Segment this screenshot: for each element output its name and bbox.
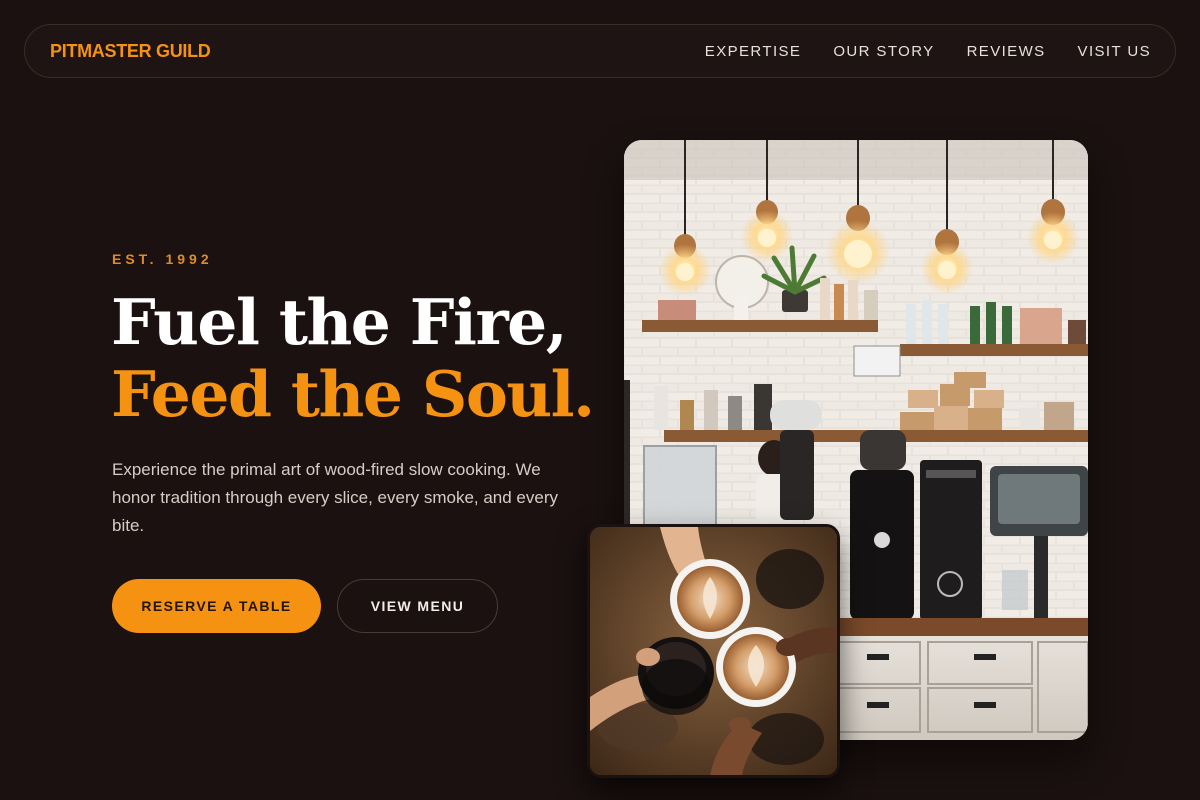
nav-link-reviews[interactable]: REVIEWS: [967, 43, 1046, 60]
nav-links: EXPERTISE OUR STORY REVIEWS VISIT US: [705, 43, 1151, 60]
nav-link-expertise[interactable]: EXPERTISE: [705, 43, 802, 60]
nav-link-visit-us[interactable]: VISIT US: [1078, 43, 1151, 60]
hero-description: Experience the primal art of wood-fired …: [112, 460, 559, 535]
hero-eyebrow: EST. 1992: [112, 251, 213, 267]
reserve-table-button[interactable]: RESERVE A TABLE: [112, 579, 321, 633]
nav-link-our-story[interactable]: OUR STORY: [833, 43, 934, 60]
hero-headline: Fuel the Fire, Feed the Soul.: [111, 285, 595, 431]
headline-line-2: Feed the Soul.: [111, 357, 595, 431]
navbar: PITMASTER GUILD EXPERTISE OUR STORY REVI…: [24, 24, 1176, 78]
view-menu-button[interactable]: VIEW MENU: [337, 579, 498, 633]
latte-cheers-photo: [587, 524, 840, 778]
headline-line-1: Fuel the Fire,: [111, 285, 568, 359]
brand-logo[interactable]: PITMASTER GUILD: [50, 41, 211, 62]
